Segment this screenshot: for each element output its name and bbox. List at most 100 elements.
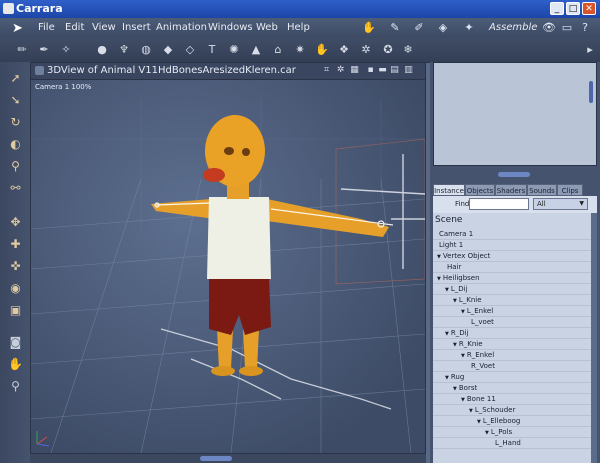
- magic-tool-icon[interactable]: ✧: [58, 42, 74, 58]
- four-view-icon[interactable]: ▥: [403, 65, 414, 76]
- expand-triangle-icon[interactable]: ▼: [437, 276, 441, 282]
- tree-row[interactable]: ▼ L_Knie: [433, 295, 591, 306]
- menu-web[interactable]: Web: [256, 22, 278, 33]
- expand-triangle-icon[interactable]: ▼: [445, 331, 449, 337]
- tree-row[interactable]: ▼ L_Dij: [433, 284, 591, 295]
- link-icon[interactable]: ⚯: [7, 180, 24, 197]
- tree-row[interactable]: ▼ L_Schouder: [433, 405, 591, 416]
- gear-icon[interactable]: ✺: [226, 42, 242, 58]
- quad-view-icon[interactable]: ▤: [389, 65, 400, 76]
- tree-row[interactable]: Light 1: [433, 240, 591, 251]
- render-settings-icon[interactable]: ✲: [335, 65, 346, 76]
- paint-tool-icon[interactable]: ✏: [14, 42, 30, 58]
- pan-hand-icon[interactable]: ✋: [7, 356, 24, 373]
- maximize-button[interactable]: □: [566, 2, 580, 15]
- expand-triangle-icon[interactable]: ▼: [453, 342, 457, 348]
- plane-icon[interactable]: ◇: [182, 42, 198, 58]
- snowflake-icon[interactable]: ❄: [400, 42, 416, 58]
- tree-row[interactable]: Hair: [433, 262, 591, 273]
- tree-row[interactable]: L_Hand: [433, 438, 591, 449]
- tree-scrollbar[interactable]: [591, 213, 597, 463]
- expand-triangle-icon[interactable]: ▼: [453, 386, 457, 392]
- split-view-icon[interactable]: ▬: [377, 65, 388, 76]
- tree-row[interactable]: ▼ R_Dij: [433, 328, 591, 339]
- expand-triangle-icon[interactable]: ▼: [477, 419, 481, 425]
- menu-file[interactable]: File: [38, 22, 55, 33]
- tree-row[interactable]: ▼ Rug: [433, 372, 591, 383]
- globe-icon[interactable]: ◍: [138, 42, 154, 58]
- menu-insert[interactable]: Insert: [122, 22, 151, 33]
- select-arrow-icon[interactable]: ➚: [7, 70, 24, 87]
- tree-row[interactable]: R_Voet: [433, 361, 591, 372]
- window-icon[interactable]: ▭: [560, 21, 574, 35]
- expand-triangle-icon[interactable]: ▼: [445, 287, 449, 293]
- menu-windows[interactable]: Windows: [208, 22, 253, 33]
- tree-row[interactable]: ▼ R_Knie: [433, 339, 591, 350]
- expand-triangle-icon[interactable]: ▼: [461, 397, 465, 403]
- find-input[interactable]: [469, 198, 529, 210]
- hand-pose-icon[interactable]: ✋: [362, 21, 376, 35]
- zoom-magnifier-icon[interactable]: ⚲: [7, 378, 24, 395]
- tree-row[interactable]: L_voet: [433, 317, 591, 328]
- tree-row[interactable]: ▼ L_Pols: [433, 427, 591, 438]
- menu-view[interactable]: View: [92, 22, 116, 33]
- bulb-icon[interactable]: ✪: [380, 42, 396, 58]
- tab-objects[interactable]: Objects: [465, 184, 495, 196]
- expand-triangle-icon[interactable]: ▼: [461, 309, 465, 315]
- panel-divider-handle[interactable]: [498, 172, 530, 177]
- panel-toggle-icon[interactable]: ▸: [582, 42, 598, 58]
- eye-icon[interactable]: 👁: [542, 21, 556, 35]
- expand-triangle-icon[interactable]: ▼: [461, 353, 465, 359]
- render-room-icon[interactable]: ✦: [462, 21, 476, 35]
- brush-room-icon[interactable]: ✐: [412, 21, 426, 35]
- tree-row[interactable]: ▼ L_Enkel: [433, 306, 591, 317]
- menu-help[interactable]: Help: [287, 22, 310, 33]
- eyedropper-icon[interactable]: ⚲: [7, 158, 24, 175]
- translate-icon[interactable]: ✥: [7, 214, 24, 231]
- fog-icon[interactable]: ✲: [358, 42, 374, 58]
- expand-triangle-icon[interactable]: ▼: [485, 430, 489, 436]
- 3d-viewport[interactable]: 3DView of Animal V11HdBonesAresizedKlere…: [30, 62, 426, 454]
- shader-room-icon[interactable]: ◈: [436, 21, 450, 35]
- timeline-drawer-handle[interactable]: [200, 456, 232, 461]
- camera-view-icon[interactable]: ◙: [7, 334, 24, 351]
- tree-row[interactable]: ▼ Borst: [433, 383, 591, 394]
- sphere-icon[interactable]: ●: [94, 42, 110, 58]
- tab-shaders[interactable]: Shaders: [495, 184, 527, 196]
- feather-tool-icon[interactable]: ✒: [36, 42, 52, 58]
- menu-edit[interactable]: Edit: [65, 22, 84, 33]
- close-button[interactable]: ✕: [582, 2, 596, 15]
- tree-row[interactable]: ▼ Vertex Object: [433, 251, 591, 262]
- tab-instance[interactable]: Instance: [433, 184, 465, 196]
- rotate-icon[interactable]: ↻: [7, 114, 24, 131]
- menu-animation[interactable]: Animation: [156, 22, 207, 33]
- tree-row[interactable]: ▼ Heiligbsen: [433, 273, 591, 284]
- filter-select[interactable]: All ▼: [533, 198, 588, 210]
- tree-row[interactable]: ▼ L_Elleboog: [433, 416, 591, 427]
- single-view-icon[interactable]: ▪: [365, 65, 376, 76]
- tree-row[interactable]: ▼ R_Enkel: [433, 350, 591, 361]
- expand-triangle-icon[interactable]: ▼: [437, 254, 441, 260]
- expand-triangle-icon[interactable]: ▼: [469, 408, 473, 414]
- expand-triangle-icon[interactable]: ▼: [453, 298, 457, 304]
- pencil-room-icon[interactable]: ✎: [388, 21, 402, 35]
- hand-icon[interactable]: ✋: [314, 42, 330, 58]
- tab-clips[interactable]: Clips: [557, 184, 583, 196]
- light-icon[interactable]: ✷: [292, 42, 308, 58]
- minimize-button[interactable]: _: [550, 2, 564, 15]
- move-arrow-icon[interactable]: ➘: [7, 92, 24, 109]
- terrain-icon[interactable]: ▲: [248, 42, 264, 58]
- box-icon[interactable]: ▣: [7, 302, 24, 319]
- grid-icon[interactable]: ▦: [349, 65, 360, 76]
- viewport-menu-icon[interactable]: [35, 66, 44, 75]
- help-icon[interactable]: ?: [578, 21, 592, 35]
- scale-icon[interactable]: ✜: [7, 258, 24, 275]
- camera-icon[interactable]: ⌂: [270, 42, 286, 58]
- tree-row[interactable]: Camera 1: [433, 229, 591, 240]
- cross-move-icon[interactable]: ✚: [7, 236, 24, 253]
- text-icon[interactable]: T: [204, 42, 220, 58]
- ring-icon[interactable]: ◐: [7, 136, 24, 153]
- trackball-icon[interactable]: ◉: [7, 280, 24, 297]
- preview-scrollbar[interactable]: [589, 81, 593, 103]
- tab-sounds[interactable]: Sounds: [527, 184, 557, 196]
